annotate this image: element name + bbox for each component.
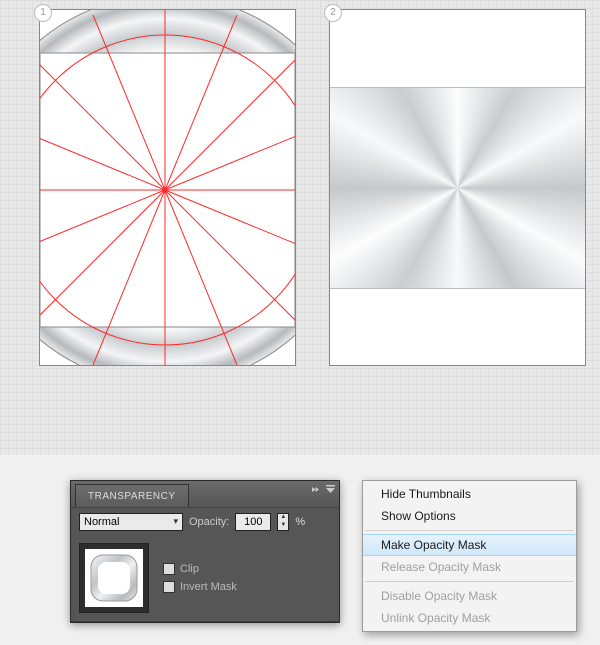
opacity-label: Opacity: bbox=[189, 516, 229, 528]
opacity-suffix: % bbox=[295, 516, 305, 528]
panel-row-blend: Normal Opacity: 100 ▲▼ % bbox=[71, 507, 339, 535]
angular-gradient-rect bbox=[330, 88, 585, 288]
menu-separator bbox=[365, 530, 574, 531]
opacity-input[interactable]: 100 bbox=[235, 513, 271, 531]
checkbox-icon bbox=[163, 581, 175, 593]
blend-mode-dropdown[interactable]: Normal bbox=[79, 513, 183, 531]
panel-tab-bar: TRANSPARENCY bbox=[71, 481, 339, 507]
menu-hide-thumbnails[interactable]: Hide Thumbnails bbox=[363, 483, 576, 505]
invert-mask-label: Invert Mask bbox=[180, 581, 237, 593]
opacity-stepper[interactable]: ▲▼ bbox=[277, 513, 289, 531]
panel-context-menu: Hide Thumbnails Show Options Make Opacit… bbox=[362, 480, 577, 632]
menu-make-opacity-mask[interactable]: Make Opacity Mask bbox=[363, 534, 576, 556]
opacity-thumbnail[interactable] bbox=[79, 543, 149, 613]
artboard-badge-1: 1 bbox=[34, 4, 52, 22]
canvas-grid[interactable]: 1 bbox=[0, 0, 600, 455]
circle-geometry-art bbox=[40, 10, 295, 365]
artboard-1-content bbox=[40, 10, 295, 365]
transparency-tab[interactable]: TRANSPARENCY bbox=[75, 484, 189, 507]
panel-menu-icon[interactable] bbox=[325, 484, 336, 495]
artboard-2-content bbox=[330, 10, 585, 365]
thumbnail-icon bbox=[89, 553, 139, 603]
panels-area: TRANSPARENCY Normal Opacity: 100 ▲▼ % bbox=[0, 455, 600, 645]
menu-release-opacity-mask: Release Opacity Mask bbox=[363, 556, 576, 578]
clip-label: Clip bbox=[180, 563, 199, 575]
transparency-panel[interactable]: TRANSPARENCY Normal Opacity: 100 ▲▼ % bbox=[70, 480, 340, 623]
menu-unlink-opacity-mask: Unlink Opacity Mask bbox=[363, 607, 576, 629]
menu-show-options[interactable]: Show Options bbox=[363, 505, 576, 527]
panel-collapse-icon[interactable] bbox=[310, 484, 321, 495]
panel-row-thumbs: Clip Invert Mask bbox=[71, 535, 339, 622]
artboard-badge-2: 2 bbox=[324, 4, 342, 22]
menu-disable-opacity-mask: Disable Opacity Mask bbox=[363, 585, 576, 607]
checkbox-icon bbox=[163, 563, 175, 575]
menu-separator bbox=[365, 581, 574, 582]
invert-mask-checkbox[interactable]: Invert Mask bbox=[163, 581, 237, 593]
clip-checkbox[interactable]: Clip bbox=[163, 563, 237, 575]
